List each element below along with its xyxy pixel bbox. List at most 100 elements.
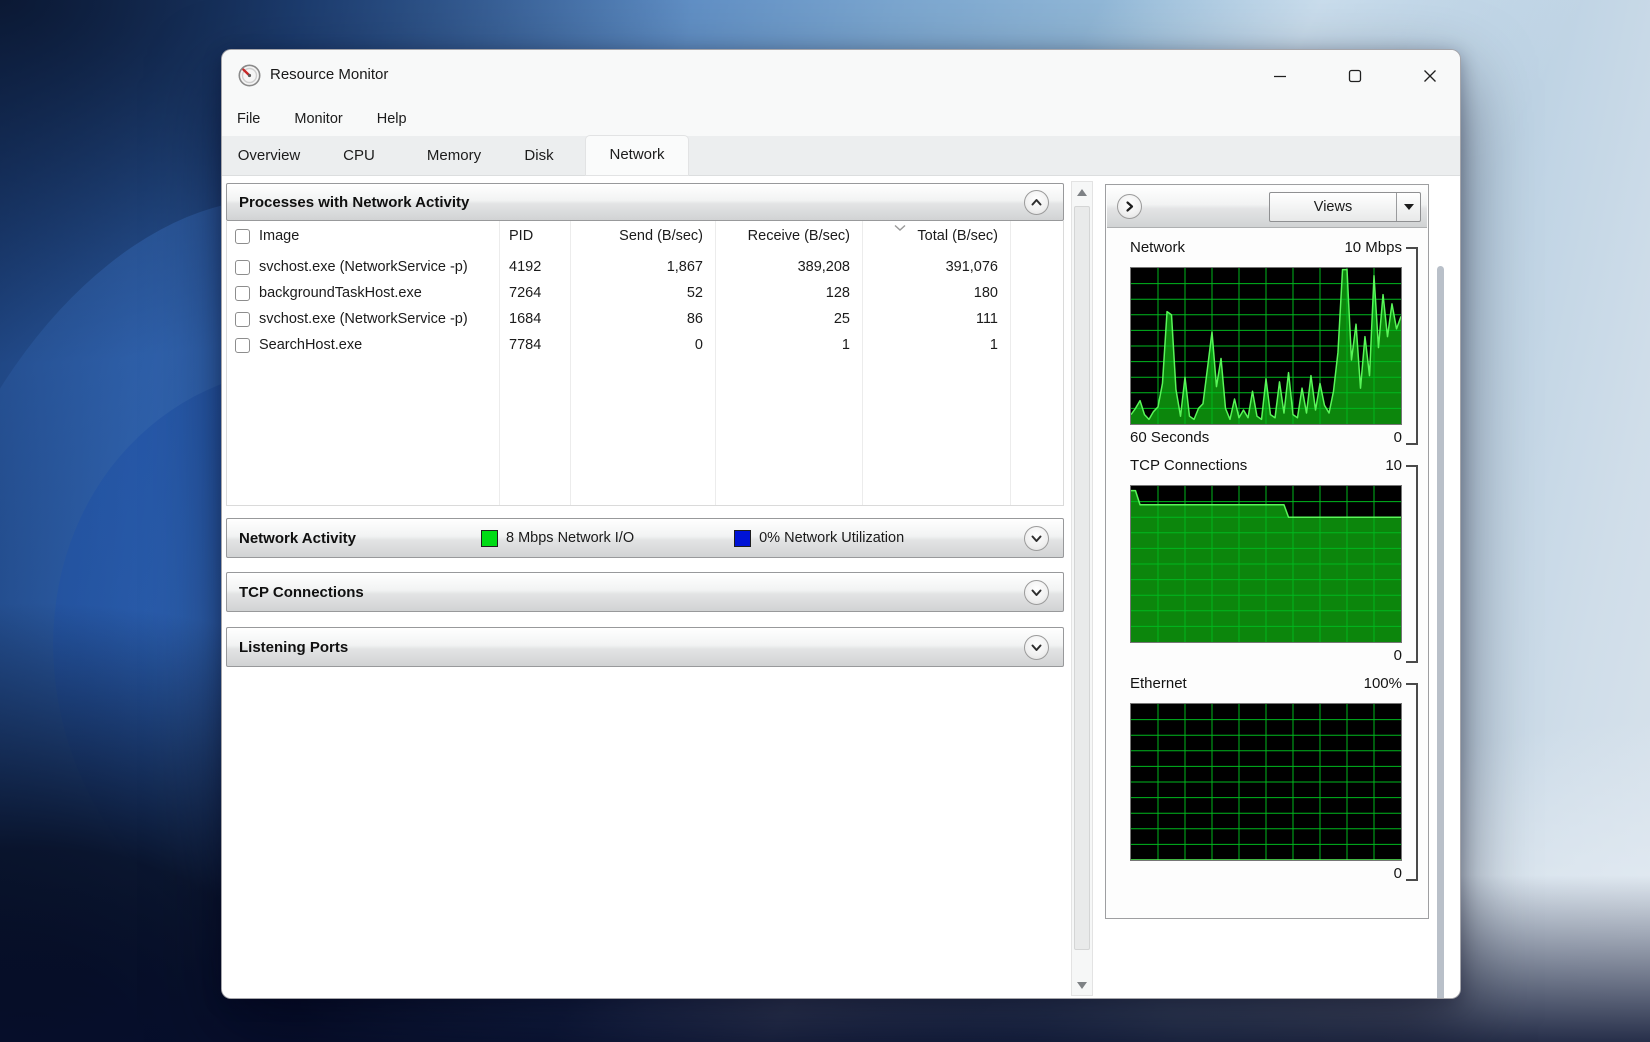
network-tab-content: Processes with Network Activity Image — [222, 176, 1460, 998]
charts-panel-header: Views — [1107, 186, 1427, 228]
resource-monitor-window: Resource Monitor File Monitor Help Overv… — [221, 49, 1461, 999]
col-header-send[interactable]: Send (B/sec) — [570, 228, 715, 244]
chevron-down-icon — [1029, 585, 1044, 600]
select-all-checkbox[interactable] — [235, 229, 250, 244]
table-header-row: Image PID Send (B/sec) Receive (B/sec) T… — [227, 221, 1063, 251]
col-header-receive[interactable]: Receive (B/sec) — [715, 228, 862, 244]
process-image: backgroundTaskHost.exe — [259, 285, 422, 301]
network-chart-labels: Network 10 Mbps — [1130, 239, 1402, 261]
process-total: 1 — [862, 337, 1010, 353]
charts-panel: Views Network 10 Mbps 60 Seconds 0 — [1105, 184, 1429, 919]
tab-disk[interactable]: Disk — [510, 136, 568, 175]
chevron-down-icon — [1029, 531, 1044, 546]
desktop: Resource Monitor File Monitor Help Overv… — [0, 0, 1650, 1042]
network-activity-title: Network Activity — [239, 530, 356, 547]
tab-cpu[interactable]: CPU — [328, 136, 390, 175]
processes-section-header[interactable]: Processes with Network Activity — [226, 183, 1064, 221]
tcp-chart-min: 0 — [1394, 647, 1402, 667]
expand-network-activity-button[interactable] — [1024, 526, 1049, 551]
table-row[interactable]: svchost.exe (NetworkService -p) 1684 86 … — [227, 306, 1063, 332]
network-activity-section-header[interactable]: Network Activity 8 Mbps Network I/O 0% N… — [226, 518, 1064, 558]
col-header-pid[interactable]: PID — [499, 228, 570, 244]
menu-help[interactable]: Help — [371, 108, 413, 130]
main-vertical-scrollbar[interactable] — [1071, 181, 1093, 996]
network-chart-min: 0 — [1394, 429, 1402, 449]
network-chart-title: Network — [1130, 239, 1185, 261]
collapse-panel-button[interactable] — [1117, 194, 1142, 219]
network-chart-x-label: 60 Seconds — [1130, 429, 1209, 449]
processes-table: Image PID Send (B/sec) Receive (B/sec) T… — [226, 221, 1064, 506]
close-button[interactable] — [1407, 59, 1453, 93]
chevron-up-icon — [1029, 195, 1044, 210]
tcp-connections-section-header[interactable]: TCP Connections — [226, 572, 1064, 612]
table-row[interactable]: svchost.exe (NetworkService -p) 4192 1,8… — [227, 254, 1063, 280]
listening-ports-title: Listening Ports — [239, 639, 348, 656]
process-total: 391,076 — [862, 259, 1010, 275]
views-dropdown-arrow[interactable] — [1397, 204, 1420, 210]
process-image: svchost.exe (NetworkService -p) — [259, 311, 468, 327]
tcp-chart-labels: TCP Connections 10 — [1130, 457, 1402, 479]
process-pid: 7264 — [499, 285, 570, 301]
row-checkbox[interactable] — [235, 338, 250, 353]
process-send: 1,867 — [570, 259, 715, 275]
tcp-chart-scale-bracket — [1406, 465, 1418, 663]
tab-network-active[interactable]: Network — [586, 136, 688, 175]
col-header-total[interactable]: Total (B/sec) — [862, 228, 1010, 244]
tcp-chart-scale: 10 — [1385, 457, 1402, 479]
close-icon — [1423, 69, 1437, 83]
views-button-label: Views — [1270, 199, 1396, 215]
window-title: Resource Monitor — [270, 66, 388, 83]
process-total: 111 — [862, 311, 1010, 327]
menu-monitor[interactable]: Monitor — [288, 108, 348, 130]
expand-listening-ports-button[interactable] — [1024, 635, 1049, 660]
dropdown-arrow-icon — [1404, 204, 1414, 210]
ethernet-usage-graph — [1130, 703, 1402, 861]
maximize-button[interactable] — [1332, 59, 1378, 93]
chevron-right-icon — [1122, 199, 1137, 214]
row-checkbox[interactable] — [235, 286, 250, 301]
minimize-button[interactable] — [1257, 59, 1303, 93]
col-header-image[interactable]: Image — [259, 228, 299, 244]
maximize-icon — [1348, 69, 1362, 83]
ethernet-chart-min: 0 — [1394, 865, 1402, 885]
network-io-legend: 8 Mbps Network I/O — [481, 530, 634, 547]
titlebar: Resource Monitor — [222, 50, 1460, 102]
tcp-chart-title: TCP Connections — [1130, 457, 1247, 479]
ethernet-chart-axis: 0 — [1130, 865, 1402, 885]
process-pid: 4192 — [499, 259, 570, 275]
menu-bar: File Monitor Help — [222, 102, 1460, 136]
row-checkbox[interactable] — [235, 312, 250, 327]
table-row[interactable]: SearchHost.exe 7784 0 1 1 — [227, 332, 1063, 358]
process-image: svchost.exe (NetworkService -p) — [259, 259, 468, 275]
row-checkbox[interactable] — [235, 260, 250, 275]
process-pid: 7784 — [499, 337, 570, 353]
process-pid: 1684 — [499, 311, 570, 327]
expand-tcp-connections-button[interactable] — [1024, 580, 1049, 605]
process-receive: 128 — [715, 285, 862, 301]
network-chart-axis: 60 Seconds 0 — [1130, 429, 1402, 449]
tab-memory[interactable]: Memory — [412, 136, 496, 175]
process-total: 180 — [862, 285, 1010, 301]
process-send: 0 — [570, 337, 715, 353]
process-send: 52 — [570, 285, 715, 301]
process-image: SearchHost.exe — [259, 337, 362, 353]
process-send: 86 — [570, 311, 715, 327]
network-utilization-swatch — [734, 530, 751, 547]
tcp-connections-title: TCP Connections — [239, 584, 364, 601]
collapse-processes-button[interactable] — [1024, 190, 1049, 215]
tab-bar: Overview CPU Memory Disk Network — [222, 136, 1460, 176]
scroll-down-button[interactable] — [1072, 975, 1092, 995]
table-row[interactable]: backgroundTaskHost.exe 7264 52 128 180 — [227, 280, 1063, 306]
resource-monitor-app-icon — [238, 64, 261, 87]
ethernet-chart-labels: Ethernet 100% — [1130, 675, 1402, 697]
process-receive: 25 — [715, 311, 862, 327]
views-button[interactable]: Views — [1269, 192, 1421, 222]
scroll-up-button[interactable] — [1072, 182, 1092, 202]
network-utilization-legend: 0% Network Utilization — [734, 530, 904, 547]
menu-file[interactable]: File — [231, 108, 266, 130]
tab-overview[interactable]: Overview — [226, 136, 312, 175]
scrollbar-thumb[interactable] — [1074, 206, 1090, 950]
tcp-chart-axis: 0 — [1130, 647, 1402, 667]
window-right-scrollbar[interactable] — [1437, 266, 1444, 999]
listening-ports-section-header[interactable]: Listening Ports — [226, 627, 1064, 667]
